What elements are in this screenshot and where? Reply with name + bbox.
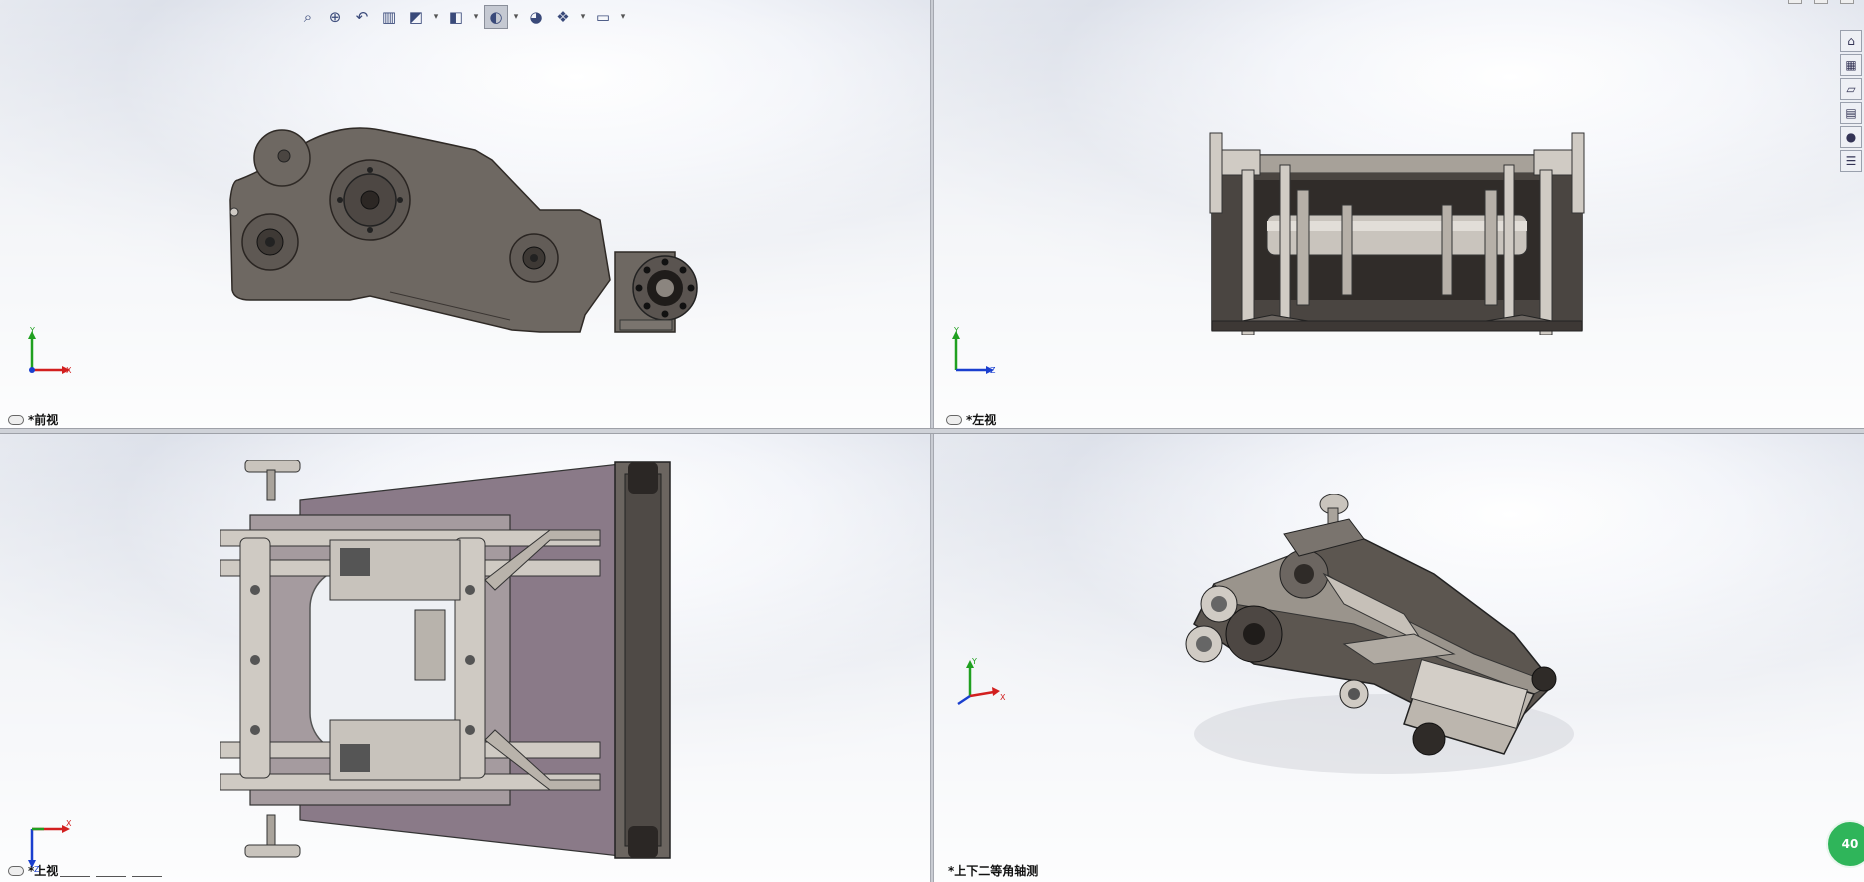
view-settings-icon[interactable]: ▭ xyxy=(591,5,615,29)
chevron-down-icon[interactable]: ▾ xyxy=(578,5,588,29)
previous-view-icon[interactable]: ↶ xyxy=(350,5,374,29)
viewport-label-top[interactable]: *上视 xyxy=(8,862,58,879)
axis-triad-front: Y X xyxy=(28,326,72,375)
viewport-left[interactable]: Y Z *左视 xyxy=(934,0,1864,428)
zoom-to-fit-icon[interactable]: ⌕ xyxy=(296,5,320,29)
viewport-splitter-horizontal[interactable] xyxy=(0,428,1864,434)
axis-label: X xyxy=(1000,693,1006,702)
model-front-view xyxy=(229,127,698,333)
bottom-tab-strip[interactable] xyxy=(60,876,162,882)
bottom-tab[interactable] xyxy=(96,876,126,882)
link-views-icon[interactable] xyxy=(8,414,24,425)
zoom-area-icon[interactable]: ⊕ xyxy=(323,5,347,29)
edit-appearance-icon[interactable]: ◕ xyxy=(524,5,548,29)
badge-text: 40 xyxy=(1841,837,1859,851)
close-icon[interactable] xyxy=(1840,0,1854,4)
bottom-tab[interactable] xyxy=(132,876,162,882)
viewport-name: *上视 xyxy=(28,864,59,878)
task-pane-tabs: ⌂ ▦ ▱ ▤ ● ☰ xyxy=(1840,30,1862,172)
chevron-down-icon[interactable]: ▾ xyxy=(431,5,441,29)
model-left-view xyxy=(1209,132,1585,335)
appearances-icon[interactable]: ● xyxy=(1840,126,1862,148)
axis-label: Z xyxy=(990,366,996,375)
axis-label: Y xyxy=(29,326,35,335)
view-palette-icon[interactable]: ▤ xyxy=(1840,102,1862,124)
hide-show-icon[interactable]: ◐ xyxy=(484,5,508,29)
chevron-down-icon[interactable]: ▾ xyxy=(511,5,521,29)
viewport-label-left[interactable]: *左视 xyxy=(946,411,996,428)
design-library-icon[interactable]: ▦ xyxy=(1840,54,1862,76)
viewport-name: *左视 xyxy=(966,413,997,427)
link-views-icon[interactable] xyxy=(8,865,24,876)
file-explorer-icon[interactable]: ▱ xyxy=(1840,78,1862,100)
viewport-name: *上下二等角轴测 xyxy=(948,864,1039,878)
view-orientation-icon[interactable]: ◩ xyxy=(404,5,428,29)
viewport-isometric[interactable]: Y X *上下二等角轴测 40 xyxy=(934,434,1864,882)
viewport-name: *前视 xyxy=(28,413,59,427)
axis-label: X xyxy=(66,819,72,828)
custom-properties-icon[interactable]: ☰ xyxy=(1840,150,1862,172)
window-controls[interactable] xyxy=(1788,0,1854,4)
viewport-top[interactable]: X Z *上视 xyxy=(0,434,930,882)
axis-label: X xyxy=(66,366,72,375)
heads-up-view-toolbar: ⌕ ⊕ ↶ ▥ ◩ ▾ ◧ ▾ ◐ ▾ ◕ ❖ ▾ ▭ ▾ xyxy=(296,4,628,30)
minimize-icon[interactable] xyxy=(1788,0,1802,4)
viewport-label-front[interactable]: *前视 xyxy=(8,411,58,428)
display-style-icon[interactable]: ◧ xyxy=(444,5,468,29)
axis-triad-left: Y Z xyxy=(952,326,996,375)
link-views-icon[interactable] xyxy=(946,414,962,425)
viewport-front[interactable]: Y X *前视 xyxy=(0,0,930,428)
apply-scene-icon[interactable]: ❖ xyxy=(551,5,575,29)
section-view-icon[interactable]: ▥ xyxy=(377,5,401,29)
chevron-down-icon[interactable]: ▾ xyxy=(471,5,481,29)
axis-label: Y xyxy=(971,657,977,666)
restore-icon[interactable] xyxy=(1814,0,1828,4)
viewport-splitter-vertical[interactable] xyxy=(930,0,934,882)
axis-triad-iso: Y X xyxy=(957,657,1006,706)
performance-badge[interactable]: 40 xyxy=(1826,820,1864,868)
axis-label: Y xyxy=(953,326,959,335)
model-isometric-view xyxy=(1185,494,1574,774)
chevron-down-icon[interactable]: ▾ xyxy=(618,5,628,29)
model-top-view xyxy=(220,460,671,859)
bottom-tab[interactable] xyxy=(60,876,90,882)
viewport-label-iso[interactable]: *上下二等角轴测 xyxy=(948,862,1038,879)
home-icon[interactable]: ⌂ xyxy=(1840,30,1862,52)
